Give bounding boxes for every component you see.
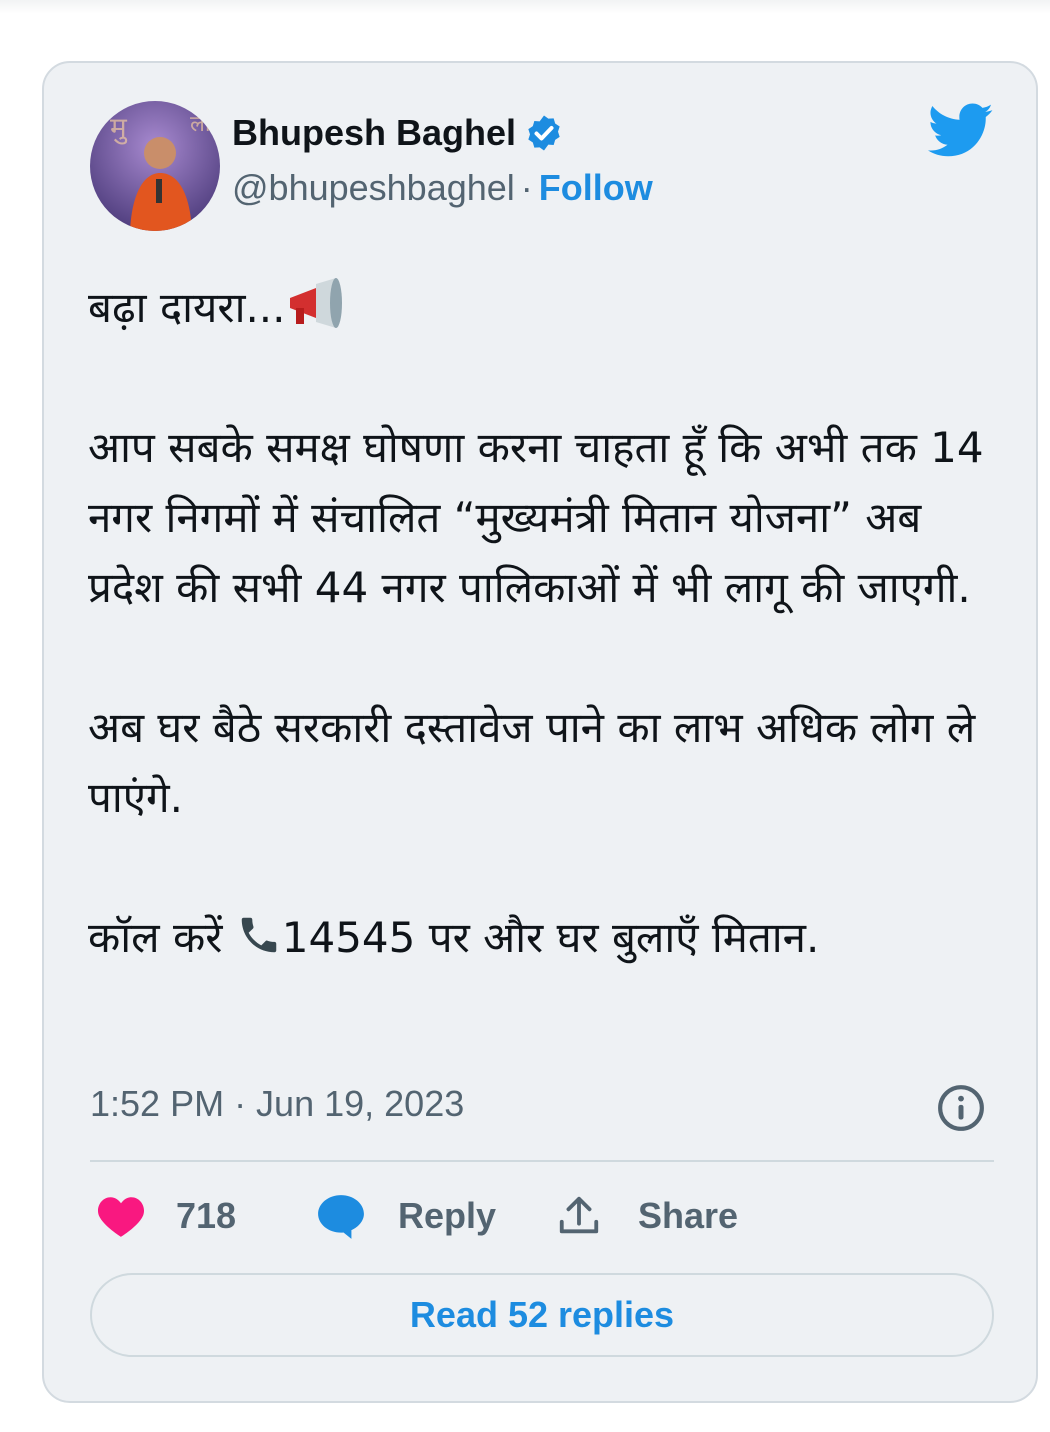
divider [90, 1160, 994, 1162]
info-icon[interactable] [936, 1083, 986, 1133]
reply-label: Reply [398, 1195, 497, 1236]
twitter-bird-icon[interactable] [928, 101, 994, 161]
avatar[interactable]: मु ला [90, 101, 220, 231]
tweet-timestamp[interactable]: 1:52 PM · Jun 19, 2023 [90, 1083, 464, 1125]
read-replies-button[interactable]: Read 52 replies [90, 1273, 994, 1357]
verified-badge-icon [528, 115, 560, 151]
tweet-line-1: बढ़ा दायरा... [88, 273, 988, 343]
tweet-paragraph-2: आप सबके समक्ष घोषणा करना चाहता हूँ कि अभ… [88, 423, 984, 612]
share-upload-icon [559, 1196, 599, 1234]
reply-button[interactable]: Reply [316, 1191, 496, 1241]
tweet-paragraph-3: अब घर बैठे सरकारी दस्तावेज पाने का लाभ अ… [88, 703, 976, 822]
separator-dot: · [520, 167, 533, 208]
author-name-row[interactable]: Bhupesh Baghel [232, 112, 564, 154]
telephone-icon [241, 917, 276, 953]
tweet-text: बढ़ा दायरा... आप सबके समक्ष घोषणा करना च… [88, 273, 988, 973]
author-handle[interactable]: @bhupeshbaghel [232, 167, 515, 209]
author-name[interactable]: Bhupesh Baghel [232, 112, 516, 154]
like-button[interactable]: 718 [96, 1191, 236, 1241]
svg-text:मु: मु [110, 111, 128, 145]
share-label: Share [638, 1195, 739, 1236]
svg-text:ला: ला [190, 112, 211, 137]
action-bar: 718 Reply Share [96, 1191, 796, 1241]
tweet-line-1-text: बढ़ा दायरा... [88, 283, 286, 332]
like-count: 718 [176, 1195, 237, 1236]
tweet-paragraph-4-start: कॉल करें [88, 913, 236, 962]
share-button[interactable]: Share [556, 1191, 738, 1241]
follow-button[interactable]: Follow [539, 167, 653, 209]
top-edge-shadow [0, 0, 1050, 14]
tweet-paragraph-4: कॉल करें 14545 पर और घर बुलाएँ मितान. [88, 903, 988, 973]
megaphone-icon [289, 278, 342, 328]
tweet-card[interactable]: मु ला Bhupesh Baghel @bhupeshbaghel · Fo… [42, 61, 1038, 1403]
speech-bubble-icon [318, 1195, 364, 1239]
author-handle-row: @bhupeshbaghel · Follow [232, 167, 653, 209]
tweet-paragraph-4-end: 14545 पर और घर बुलाएँ मितान. [281, 913, 820, 962]
heart-icon [97, 1197, 145, 1237]
